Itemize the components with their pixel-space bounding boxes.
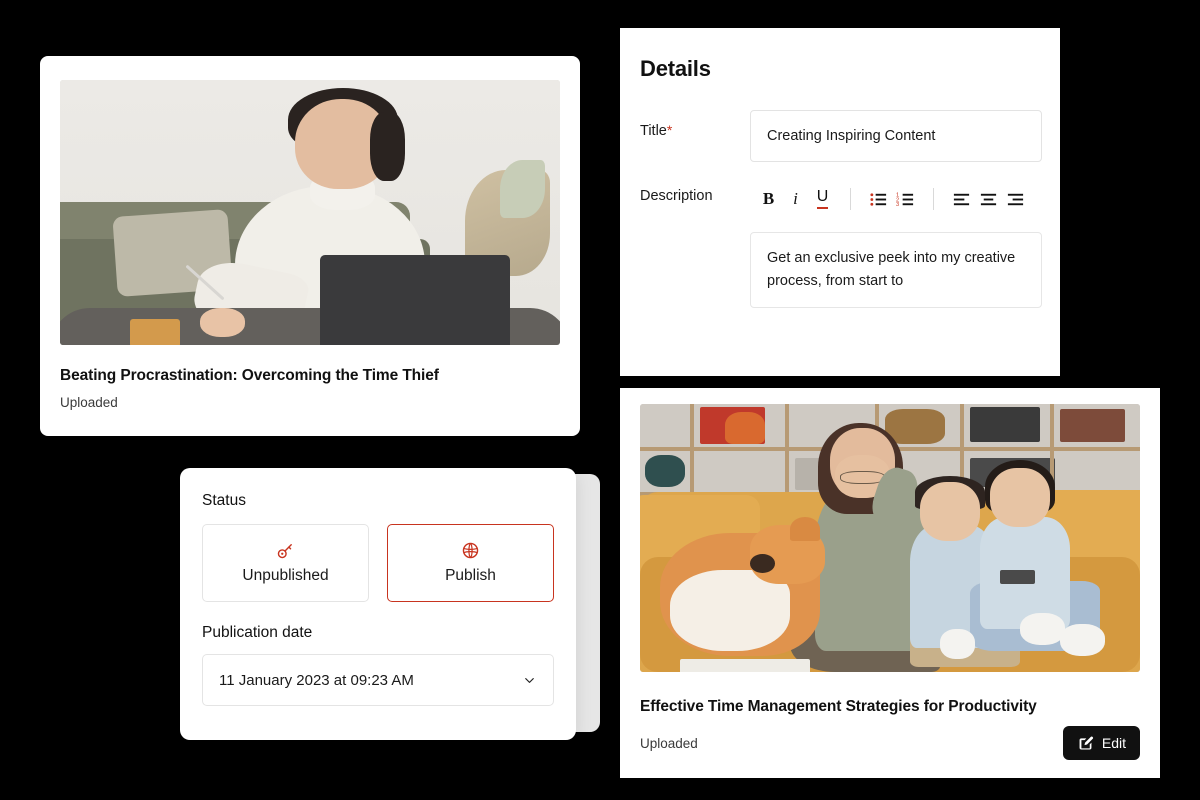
toolbar-divider-2: [933, 188, 934, 210]
align-right-icon: [1007, 193, 1024, 205]
status-option-unpublished[interactable]: Unpublished: [202, 524, 369, 602]
status-option-unpublished-label: Unpublished: [242, 567, 329, 584]
media-thumbnail-left: [60, 80, 560, 345]
bulleted-list-icon: [870, 192, 887, 206]
media-card-right-footer: Uploaded Edit: [640, 726, 1140, 760]
description-field-row: Description B i U 1 2 3 Get an exclusive…: [640, 184, 1060, 308]
bold-button[interactable]: B: [755, 186, 782, 213]
description-field-label: Description: [640, 188, 713, 204]
title-input-value: Creating Inspiring Content: [767, 128, 936, 144]
required-asterisk: *: [666, 122, 673, 138]
app-root: Beating Procrastination: Overcoming the …: [0, 0, 1200, 800]
description-textarea[interactable]: Get an exclusive peek into my creative p…: [750, 232, 1042, 308]
toolbar-divider-1: [850, 188, 851, 210]
align-left-icon: [953, 193, 970, 205]
media-thumbnail-right: [640, 404, 1140, 672]
publication-date-value: 11 January 2023 at 09:23 AM: [219, 671, 414, 689]
status-section-label: Status: [202, 492, 246, 509]
align-center-button[interactable]: [975, 186, 1002, 213]
title-field-row: Title* Creating Inspiring Content: [640, 110, 1060, 162]
align-center-icon: [980, 193, 997, 205]
status-options: Unpublished Publish: [202, 524, 554, 602]
key-icon: [277, 544, 292, 559]
align-left-button[interactable]: [948, 186, 975, 213]
numbered-list-button[interactable]: 1 2 3: [892, 186, 919, 213]
media-title-left: Beating Procrastination: Overcoming the …: [60, 367, 439, 384]
numbered-list-icon: 1 2 3: [896, 192, 914, 208]
edit-button[interactable]: Edit: [1062, 726, 1140, 760]
status-card: Status Unpublished Publish Publication d…: [180, 468, 576, 740]
media-card-right[interactable]: Effective Time Management Strategies for…: [620, 388, 1160, 778]
underline-button[interactable]: U: [809, 186, 836, 213]
photo-family-dog: [640, 404, 1140, 672]
rich-text-toolbar: B i U 1 2 3: [755, 184, 1042, 214]
edit-button-label: Edit: [1101, 735, 1126, 751]
align-right-button[interactable]: [1002, 186, 1029, 213]
italic-button[interactable]: i: [782, 186, 809, 213]
status-option-publish[interactable]: Publish: [387, 524, 554, 602]
publication-date-label: Publication date: [202, 624, 313, 641]
description-value: Get an exclusive peek into my creative p…: [767, 250, 1016, 290]
publication-date-select[interactable]: 11 January 2023 at 09:23 AM: [202, 654, 554, 706]
title-label-text: Title: [640, 123, 667, 139]
italic-icon: i: [793, 189, 798, 208]
photo-woman-laptop: [60, 80, 560, 345]
svg-text:3: 3: [896, 202, 899, 208]
status-option-publish-label: Publish: [445, 567, 496, 584]
globe-icon: [462, 542, 479, 559]
media-card-left[interactable]: Beating Procrastination: Overcoming the …: [40, 56, 580, 436]
media-title-right: Effective Time Management Strategies for…: [640, 698, 1037, 715]
edit-pencil-icon: [1079, 736, 1093, 749]
chevron-down-icon: [525, 677, 534, 683]
title-input[interactable]: Creating Inspiring Content: [750, 110, 1042, 162]
bulleted-list-button[interactable]: [865, 186, 892, 213]
underline-icon: U: [816, 188, 829, 209]
details-panel: Details Title* Creating Inspiring Conten…: [620, 28, 1060, 376]
title-field-label: Title*: [640, 110, 750, 139]
media-status-left: Uploaded: [60, 395, 118, 410]
media-status-right: Uploaded: [640, 735, 698, 751]
bold-icon: B: [762, 189, 775, 208]
description-editor: B i U 1 2 3 Get an exclusive peek into m…: [750, 184, 1042, 308]
details-heading: Details: [640, 56, 711, 81]
